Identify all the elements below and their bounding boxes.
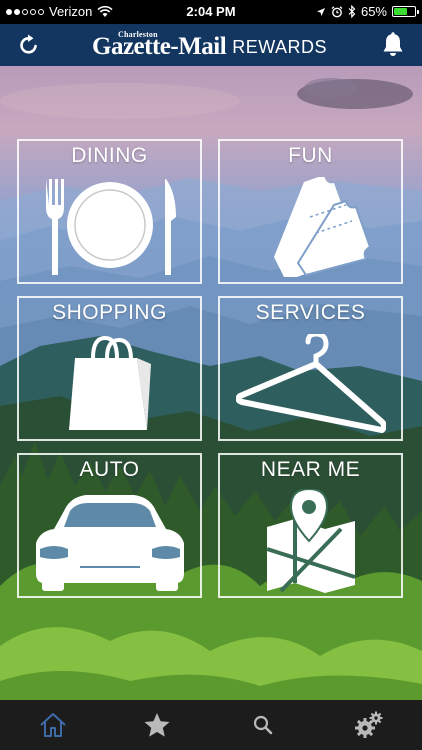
- battery-level: [394, 8, 407, 15]
- category-tile-shopping[interactable]: SHOPPING: [17, 296, 202, 441]
- category-label: DINING: [71, 144, 148, 167]
- category-tile-dining[interactable]: DINING: [17, 139, 202, 284]
- brand-wordmark: Charleston Gazette-Mail: [92, 30, 227, 64]
- category-label: FUN: [288, 144, 333, 167]
- brand-main-text: Gazette-Mail: [92, 33, 227, 60]
- shopping-bag-icon: [19, 334, 200, 433]
- tab-search[interactable]: [228, 700, 298, 750]
- tab-home[interactable]: [18, 700, 88, 750]
- tab-bar: [0, 700, 422, 750]
- refresh-icon: [20, 34, 37, 54]
- category-label: AUTO: [79, 458, 140, 481]
- brand-logo: Charleston Gazette-Mail REWARDS: [92, 28, 327, 64]
- battery-percent: 65%: [360, 4, 387, 19]
- plate-fork-knife-icon: [19, 177, 200, 276]
- star-icon: [144, 713, 170, 737]
- tab-settings[interactable]: [334, 700, 404, 750]
- location-arrow-icon: [316, 7, 325, 16]
- gears-icon: [355, 711, 383, 738]
- hanger-icon: [220, 333, 401, 433]
- app-header: Charleston Gazette-Mail REWARDS: [0, 24, 422, 66]
- category-tile-fun[interactable]: FUN: [218, 139, 403, 284]
- category-tile-near-me[interactable]: NEAR ME: [218, 453, 403, 598]
- status-right: 65%: [316, 4, 419, 19]
- tab-favorites[interactable]: [122, 700, 192, 750]
- search-icon: [253, 715, 273, 735]
- home-icon: [40, 713, 66, 737]
- car-icon: [19, 491, 200, 591]
- hero-background: DINING FUN SHOPPING SERVICES AUTO NEAR M…: [0, 66, 422, 700]
- battery-icon: [392, 6, 419, 17]
- notifications-button[interactable]: [378, 30, 408, 60]
- brand-rewards-text: REWARDS: [232, 37, 328, 57]
- refresh-button[interactable]: [14, 31, 44, 59]
- brand-small-text: Charleston: [118, 30, 158, 39]
- category-tile-auto[interactable]: AUTO: [17, 453, 202, 598]
- category-label: NEAR ME: [260, 458, 361, 481]
- alarm-clock-icon: [331, 5, 343, 17]
- map-pin-icon: [220, 488, 401, 593]
- category-label: SHOPPING: [52, 301, 167, 324]
- status-bar: Verizon 2:04 PM 65%: [0, 0, 422, 24]
- tickets-icon: [220, 176, 401, 277]
- bell-icon: [383, 32, 403, 56]
- category-label: SERVICES: [255, 301, 366, 324]
- bluetooth-icon: [348, 5, 356, 18]
- category-tile-services[interactable]: SERVICES: [218, 296, 403, 441]
